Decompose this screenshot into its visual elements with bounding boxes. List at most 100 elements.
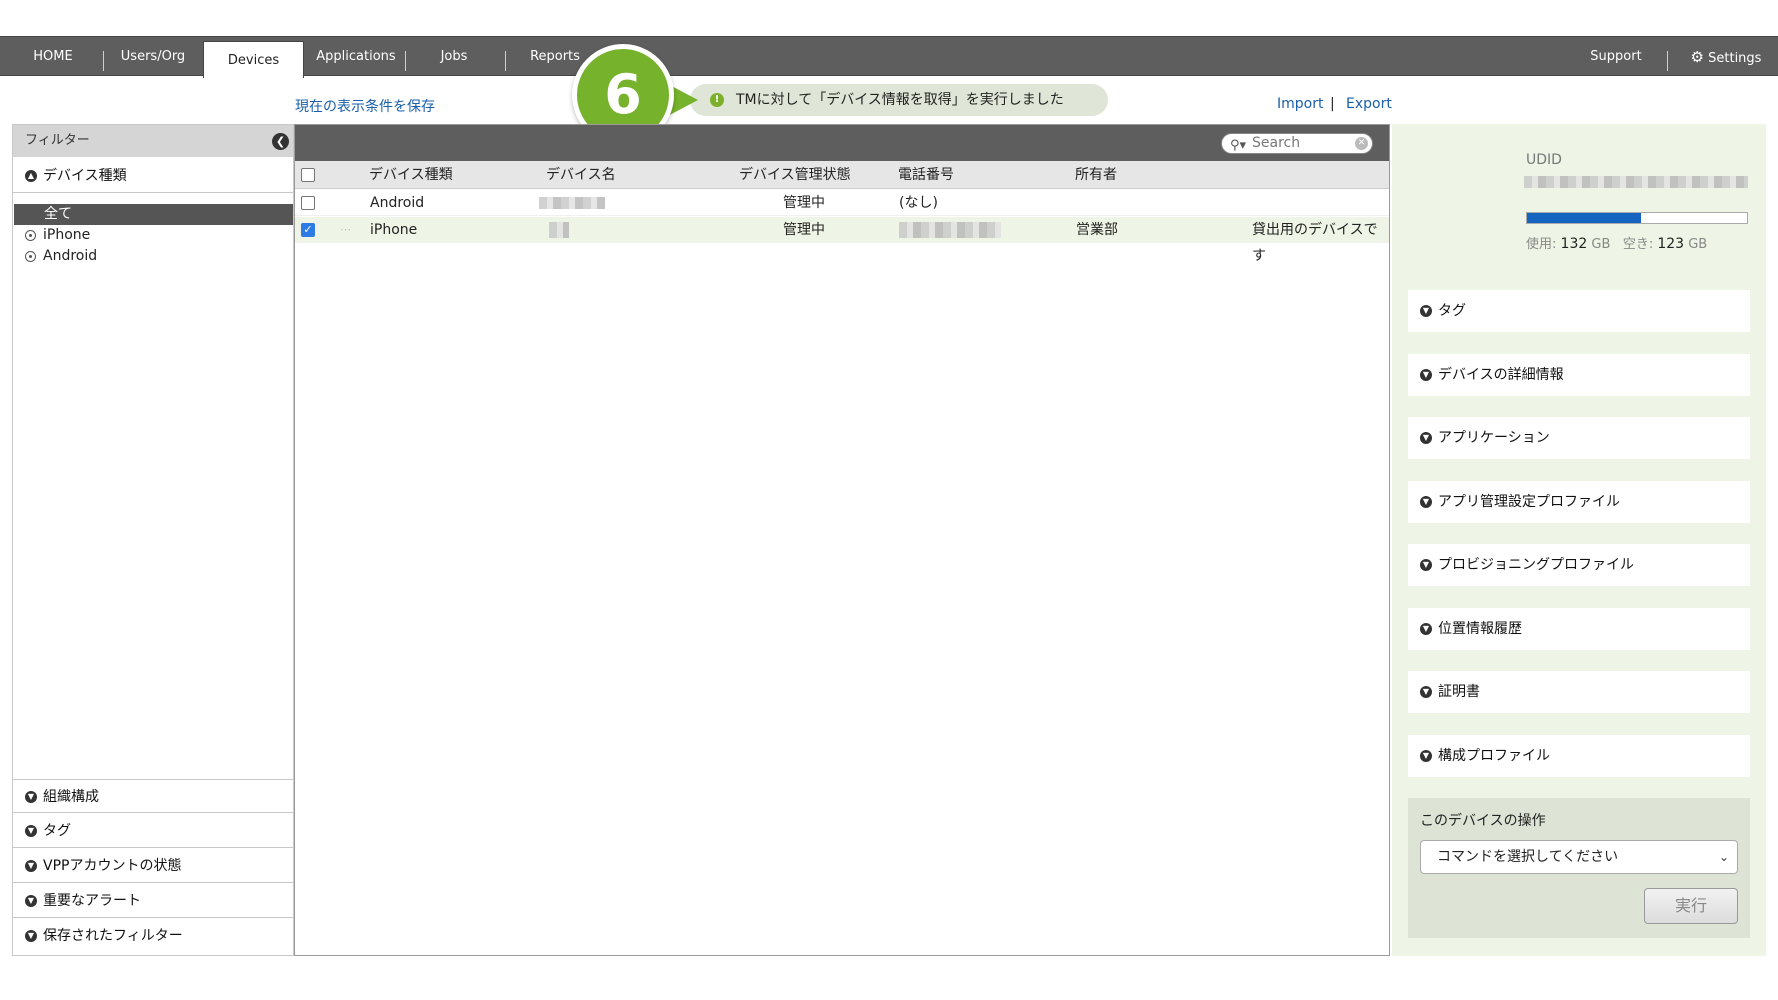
accordion-label: プロビジョニングプロファイル: [1438, 557, 1634, 573]
chevron-down-icon: ▼: [1420, 432, 1432, 444]
ops-title: このデバイスの操作: [1420, 813, 1546, 829]
nav-support[interactable]: Support: [1578, 37, 1654, 77]
accordion-tags[interactable]: ▼ タグ: [1408, 290, 1750, 332]
redacted-phone: [899, 222, 1001, 238]
accordion-label: 構成プロファイル: [1438, 748, 1550, 764]
accordion-location-history[interactable]: ▼ 位置情報履歴: [1408, 608, 1750, 650]
chevron-down-icon: ⌄: [1718, 850, 1729, 864]
accordion-config-profiles[interactable]: ▼ 構成プロファイル: [1408, 735, 1750, 777]
device-table-panel: ⚲▾ Search ✕ デバイス種類 デバイス名 デバイス管理状態 電話番号 所…: [294, 124, 1390, 956]
section-label: タグ: [43, 823, 71, 839]
cell-owner: 営業部: [1076, 222, 1118, 238]
export-link[interactable]: Export: [1346, 96, 1392, 112]
device-operations: このデバイスの操作 コマンドを選択してください ⌄ 実行: [1408, 798, 1750, 938]
accordion-label: アプリ管理設定プロファイル: [1438, 494, 1620, 510]
radio-icon: [25, 230, 36, 241]
chevron-down-icon: ▼: [25, 930, 37, 942]
chevron-down-icon: ▼: [1420, 623, 1432, 635]
sidebar-header: フィルター ❮: [13, 125, 293, 157]
storage-bar-fill: [1527, 213, 1642, 223]
section-organization[interactable]: ▼ 組織構成: [13, 779, 293, 813]
accordion-label: 証明書: [1438, 684, 1480, 700]
filter-all[interactable]: 全て: [14, 204, 293, 225]
select-all-checkbox[interactable]: [301, 168, 315, 182]
accordion-label: アプリケーション: [1438, 430, 1550, 446]
accordion-applications[interactable]: ▼ アプリケーション: [1408, 417, 1750, 459]
table-row[interactable]: Android 管理中 (なし): [295, 190, 1389, 216]
table-toolbar: ⚲▾ Search ✕: [295, 125, 1389, 161]
link-separator: |: [1330, 96, 1335, 112]
device-detail-panel: UDID 使用: 132 GB 空き: 123 GB ▼ タグ ▼ デバイスの詳細情…: [1392, 124, 1766, 956]
accordion-app-config-profiles[interactable]: ▼ アプリ管理設定プロファイル: [1408, 481, 1750, 523]
chevron-down-icon: ▼: [1420, 686, 1432, 698]
more-icon[interactable]: ⋯: [340, 217, 351, 243]
filter-sidebar: フィルター ❮ ▲ デバイス種類 全て iPhone Android ▼ 組織構…: [12, 124, 294, 956]
storage-bar: [1526, 212, 1748, 224]
row-checkbox[interactable]: [301, 196, 315, 210]
chevron-left-icon[interactable]: ❮: [272, 133, 289, 150]
nav-home[interactable]: HOME: [14, 37, 92, 77]
filter-iphone[interactable]: iPhone: [13, 225, 293, 246]
nav-applications[interactable]: Applications: [310, 37, 402, 77]
command-select[interactable]: コマンドを選択してください ⌄: [1420, 840, 1738, 874]
filter-android[interactable]: Android: [13, 246, 293, 267]
udid-label: UDID: [1526, 152, 1562, 168]
nav-separator: [505, 51, 506, 71]
search-placeholder: Search: [1252, 135, 1301, 151]
nav-settings[interactable]: ⚙ Settings: [1682, 37, 1770, 77]
section-label: 組織構成: [43, 789, 99, 805]
device-type-section[interactable]: ▲ デバイス種類: [13, 159, 293, 193]
header-phone-number[interactable]: 電話番号: [898, 161, 954, 189]
free-value: 123: [1657, 236, 1685, 252]
accordion-device-details[interactable]: ▼ デバイスの詳細情報: [1408, 354, 1750, 396]
chevron-down-icon: ▼: [1420, 369, 1432, 381]
notification-banner: ! TMに対して「デバイス情報を取得」を実行しました: [690, 84, 1108, 116]
nav-separator: [103, 51, 104, 71]
header-management-status[interactable]: デバイス管理状態: [739, 161, 851, 189]
header-owner[interactable]: 所有者: [1075, 161, 1117, 189]
save-filter-link[interactable]: 現在の表示条件を保存: [295, 96, 435, 116]
table-row[interactable]: ✓ ⋯ iPhone 管理中 営業部 貸出用のデバイスです: [295, 217, 1389, 264]
radio-icon: [25, 251, 36, 262]
nav-users-org[interactable]: Users/Org: [108, 37, 198, 77]
cell-device-type: Android: [370, 195, 425, 211]
gear-icon: ⚙: [1690, 48, 1704, 66]
section-label: 保存されたフィルター: [43, 928, 183, 944]
used-value: 132: [1560, 236, 1588, 252]
section-saved-filters[interactable]: ▼ 保存されたフィルター: [13, 919, 293, 953]
header-device-type[interactable]: デバイス種類: [369, 161, 453, 189]
cell-status: 管理中: [783, 195, 825, 211]
accordion-provisioning-profiles[interactable]: ▼ プロビジョニングプロファイル: [1408, 544, 1750, 586]
nav-devices[interactable]: Devices: [203, 41, 304, 78]
section-alerts[interactable]: ▼ 重要なアラート: [13, 884, 293, 918]
header-device-name[interactable]: デバイス名: [546, 161, 616, 189]
accordion-certificates[interactable]: ▼ 証明書: [1408, 671, 1750, 713]
section-vpp-account[interactable]: ▼ VPPアカウントの状態: [13, 849, 293, 883]
nav-jobs[interactable]: Jobs: [410, 37, 498, 77]
row-checkbox[interactable]: ✓: [301, 223, 315, 237]
section-label: 重要なアラート: [43, 893, 141, 909]
accordion-label: デバイスの詳細情報: [1438, 367, 1564, 383]
chevron-down-icon: ▼: [1420, 750, 1432, 762]
execute-button[interactable]: 実行: [1644, 888, 1738, 924]
free-unit: GB: [1688, 237, 1708, 252]
search-input[interactable]: ⚲▾ Search ✕: [1221, 133, 1373, 154]
used-label: 使用:: [1526, 237, 1557, 252]
nav-separator: [405, 51, 406, 71]
cell-status: 管理中: [783, 222, 825, 238]
chevron-down-icon: ▼: [25, 895, 37, 907]
chevron-down-icon: ▼: [25, 860, 37, 872]
redacted-device-name: [539, 197, 605, 209]
command-select-value: コマンドを選択してください: [1437, 849, 1619, 865]
import-link[interactable]: Import: [1277, 96, 1323, 112]
search-icon: ⚲▾: [1230, 138, 1247, 153]
cell-device-type: iPhone: [370, 222, 418, 238]
exclamation-icon: !: [710, 93, 724, 107]
notification-text: TMに対して「デバイス情報を取得」を実行しました: [736, 92, 1064, 108]
chevron-down-icon: ▼: [1420, 559, 1432, 571]
section-tags[interactable]: ▼ タグ: [13, 814, 293, 848]
redacted-device-name: [549, 222, 569, 238]
free-label: 空き:: [1622, 237, 1654, 252]
device-type-label: デバイス種類: [43, 168, 127, 184]
clear-icon[interactable]: ✕: [1355, 137, 1368, 150]
